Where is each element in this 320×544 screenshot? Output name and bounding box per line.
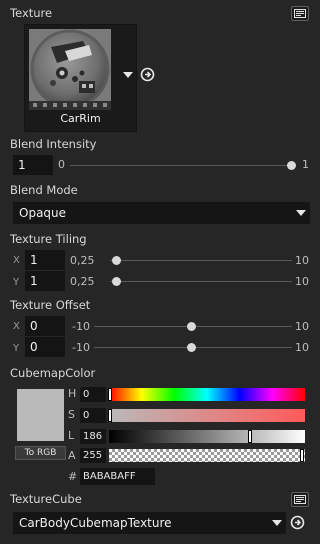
blend-mode-caret-icon — [296, 210, 306, 216]
hue-input[interactable]: 0 — [80, 387, 106, 402]
cubemap-color-label: CubemapColor — [10, 366, 96, 380]
texture-cube-caret-icon — [272, 520, 282, 526]
lightness-marker[interactable] — [248, 430, 252, 443]
tiling-x-axis-label: X — [13, 255, 20, 266]
blend-intensity-max: 1 — [302, 158, 309, 171]
saturation-label: S — [68, 408, 75, 421]
tiling-y-input[interactable]: 1 — [25, 271, 65, 291]
alpha-bar[interactable] — [109, 449, 305, 462]
offset-y-max: 10 — [295, 341, 309, 354]
saturation-marker[interactable] — [108, 409, 112, 422]
hue-marker[interactable] — [108, 388, 112, 401]
offset-x-min: -10 — [72, 320, 90, 333]
offset-y-min: -10 — [72, 341, 90, 354]
blend-intensity-min: 0 — [58, 158, 65, 171]
blend-mode-label: Blend Mode — [10, 183, 78, 197]
texture-name: CarRim — [60, 112, 101, 125]
offset-x-axis-label: X — [13, 321, 20, 332]
blend-mode-value: Opaque — [19, 206, 67, 220]
texture-dropdown-caret-icon[interactable] — [123, 72, 133, 78]
lightness-bar[interactable] — [109, 430, 305, 443]
tiling-y-handle[interactable] — [112, 277, 121, 286]
hue-label: H — [68, 387, 77, 400]
blend-intensity-handle[interactable] — [287, 161, 296, 170]
blend-mode-dropdown[interactable]: Opaque — [13, 202, 310, 224]
hue-bar[interactable] — [109, 388, 305, 401]
lightness-label: L — [68, 429, 75, 442]
blend-intensity-track[interactable] — [70, 165, 292, 166]
offset-x-handle[interactable] — [187, 322, 196, 331]
tiling-x-max: 10 — [295, 254, 309, 267]
blend-intensity-label: Blend Intensity — [10, 137, 97, 151]
offset-y-handle[interactable] — [187, 343, 196, 352]
to-rgb-button[interactable]: To RGB — [15, 446, 66, 460]
texture-thumbnail[interactable]: CarRim — [24, 24, 137, 132]
color-swatch[interactable] — [17, 389, 64, 441]
texture-goto-icon[interactable] — [140, 67, 155, 85]
texture-cube-label: TextureCube — [10, 492, 82, 506]
saturation-bar[interactable] — [109, 409, 305, 422]
tiling-y-min: 0,25 — [70, 275, 95, 288]
saturation-input[interactable]: 0 — [80, 408, 106, 423]
hex-hash-label: # — [68, 470, 78, 483]
texture-cube-browse-icon[interactable] — [291, 492, 309, 507]
alpha-input[interactable]: 255 — [80, 448, 106, 463]
texture-label: Texture — [10, 6, 53, 20]
alpha-label: A — [68, 449, 76, 462]
texture-cube-value: CarBodyCubemapTexture — [19, 516, 172, 530]
hex-input[interactable]: BABABAFF — [80, 468, 155, 485]
offset-x-input[interactable]: 0 — [25, 316, 65, 336]
tiling-x-handle[interactable] — [112, 256, 121, 265]
alpha-marker[interactable] — [300, 449, 304, 462]
tiling-y-track[interactable] — [110, 281, 292, 282]
offset-y-axis-label: Y — [13, 343, 20, 354]
offset-y-input[interactable]: 0 — [25, 337, 65, 357]
blend-intensity-input[interactable]: 1 — [13, 155, 53, 175]
tiling-x-input[interactable]: 1 — [25, 250, 65, 270]
texture-offset-label: Texture Offset — [10, 298, 91, 312]
lightness-input[interactable]: 186 — [80, 429, 106, 444]
tiling-y-max: 10 — [295, 275, 309, 288]
tiling-y-axis-label: Y — [13, 277, 20, 288]
offset-x-max: 10 — [295, 320, 309, 333]
texture-browse-icon[interactable] — [291, 6, 309, 21]
texture-tiling-label: Texture Tiling — [10, 232, 87, 246]
tiling-x-min: 0,25 — [70, 254, 95, 267]
car-rim-preview-image — [29, 29, 111, 110]
texture-cube-dropdown[interactable]: CarBodyCubemapTexture — [13, 512, 286, 534]
texture-cube-goto-icon[interactable] — [290, 515, 305, 533]
tiling-x-track[interactable] — [110, 260, 292, 261]
